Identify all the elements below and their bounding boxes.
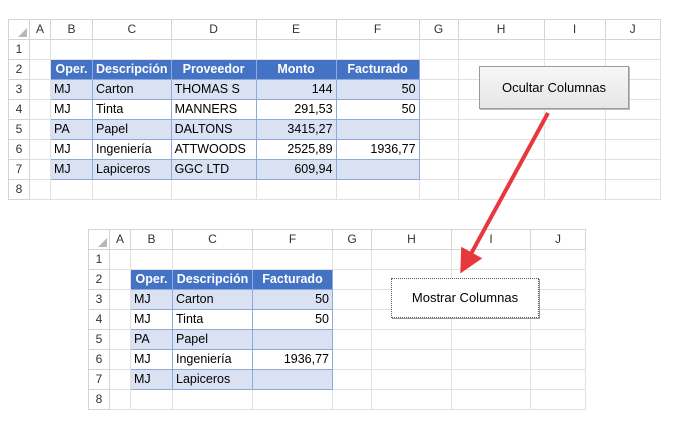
arrow-line bbox=[460, 112, 550, 274]
red-arrow-icon bbox=[460, 112, 550, 274]
